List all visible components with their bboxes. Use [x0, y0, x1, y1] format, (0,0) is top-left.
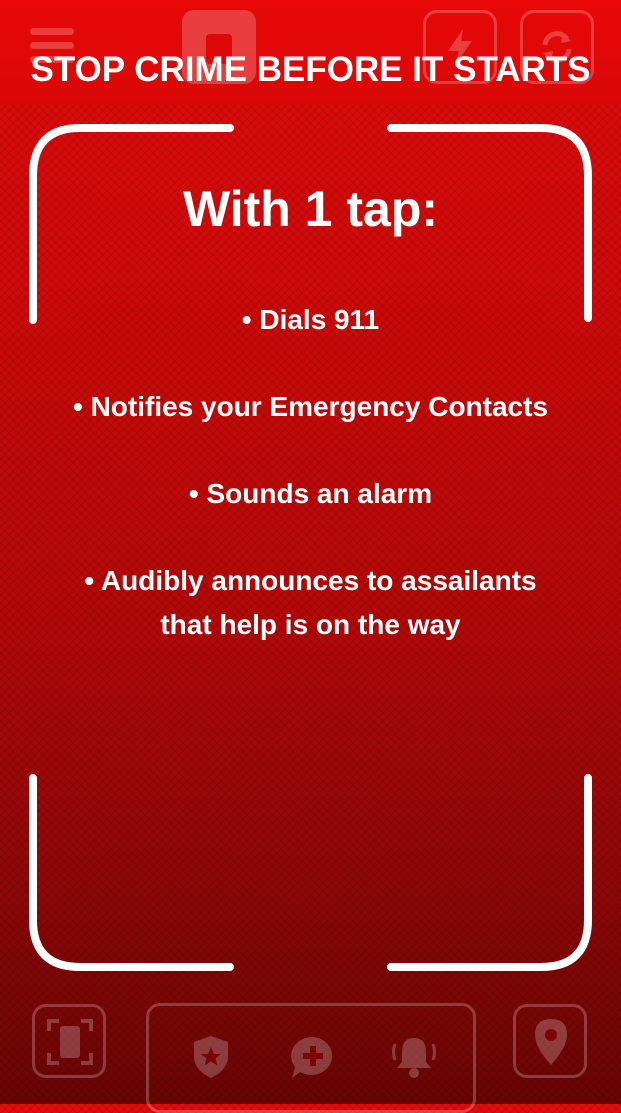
card-heading: With 1 tap: — [182, 181, 439, 237]
scan-frame — [29, 124, 592, 971]
feature-announce: • Audibly announces to assailants that h… — [0, 559, 621, 647]
location-button[interactable] — [513, 1004, 587, 1078]
frame-corner-bottom-right — [387, 774, 592, 971]
feature-notify-contacts: • Notifies your Emergency Contacts — [72, 391, 549, 422]
feature-sound-alarm: • Sounds an alarm — [188, 478, 433, 509]
police-shield-icon[interactable] — [191, 1034, 231, 1080]
location-pin-icon — [535, 1019, 567, 1065]
alarm-bell-icon[interactable] — [389, 1032, 439, 1082]
feature-announce-line-2: that help is on the way — [160, 609, 461, 640]
feature-dials-911: • Dials 911 — [241, 304, 380, 335]
scan-phone-button[interactable] — [32, 1004, 106, 1078]
scan-phone-icon — [47, 1019, 93, 1065]
emergency-actions-group — [146, 1003, 476, 1113]
feature-announce-line-1: • Audibly announces to assailants — [84, 565, 537, 596]
medical-chat-icon[interactable] — [289, 1034, 337, 1082]
frame-corner-bottom-left — [29, 774, 234, 971]
